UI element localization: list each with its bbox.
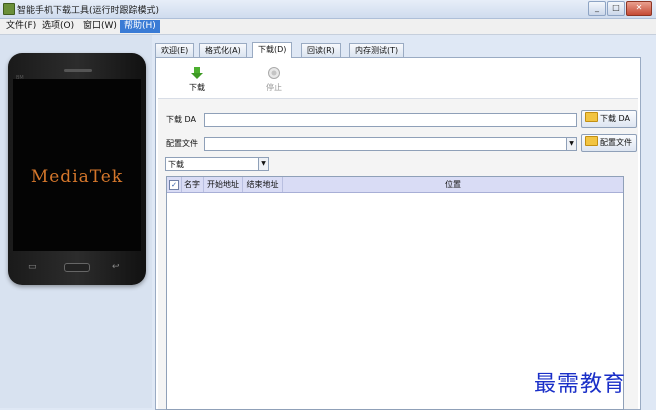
download-arrow-icon [191, 67, 203, 79]
menu-help[interactable]: 帮助(H) [120, 20, 160, 33]
tab-memory-test[interactable]: 内存测试(T) [349, 43, 405, 57]
chevron-down-icon[interactable]: ▼ [566, 138, 576, 150]
menu-key-icon: ▭ [28, 262, 37, 272]
watermark: 最需教育 [534, 372, 627, 397]
table-header: ✓ 名字 开始地址 结束地址 位置 [167, 177, 623, 193]
select-all-checkbox-cell[interactable]: ✓ [167, 177, 182, 192]
back-key-icon: ↩ [112, 262, 120, 272]
phone-keys: ▭ ↩ [8, 259, 146, 275]
menu-window[interactable]: 窗口(W) [79, 20, 121, 33]
window-controls: _ □ ✕ [588, 1, 652, 16]
config-file-button[interactable]: 配置文件 [581, 134, 637, 152]
brand-label: MediaTek [30, 167, 124, 187]
close-icon[interactable]: ✕ [626, 1, 652, 16]
phone-model-label: BM [16, 75, 24, 81]
menu-options[interactable]: 选项(O) [38, 20, 78, 33]
config-file-field[interactable]: ▼ [204, 137, 577, 151]
menu-bar: 文件(F) 选项(O) 窗口(W) 帮助(H) [0, 19, 656, 35]
maximize-icon[interactable]: □ [607, 1, 625, 16]
app-icon [3, 3, 15, 15]
download-button[interactable]: 下载 [177, 66, 217, 93]
folder-icon [585, 136, 598, 146]
config-file-label: 配置文件 [166, 139, 198, 148]
tab-format[interactable]: 格式化(A) [199, 43, 247, 57]
download-toolbar: 下载 停止 [155, 58, 639, 98]
window-title: 智能手机下载工具(运行时跟踪模式) [17, 6, 160, 16]
chevron-down-icon[interactable]: ▼ [258, 158, 268, 170]
col-name[interactable]: 名字 [181, 177, 204, 192]
col-end-address[interactable]: 结束地址 [243, 177, 283, 192]
download-da-label: 下载 DA [166, 115, 197, 124]
phone-speaker [64, 69, 92, 72]
tab-welcome[interactable]: 欢迎(E) [155, 43, 195, 57]
select-all-checkbox[interactable]: ✓ [169, 180, 179, 190]
mode-select[interactable]: 下载 ▼ [165, 157, 269, 171]
tab-download[interactable]: 下载(D) [252, 42, 293, 58]
home-key-icon [64, 263, 90, 272]
col-location[interactable]: 位置 [283, 177, 623, 192]
stop-icon [268, 67, 280, 79]
stop-button-label: 停止 [266, 83, 282, 92]
phone-image: BM MediaTek ▭ ↩ [8, 53, 146, 285]
folder-icon [585, 112, 598, 122]
mode-select-value: 下载 [168, 160, 184, 169]
col-start-address[interactable]: 开始地址 [204, 177, 243, 192]
title-bar: 智能手机下载工具(运行时跟踪模式) _ □ ✕ [0, 0, 656, 19]
download-da-field[interactable] [204, 113, 577, 127]
download-da-button[interactable]: 下载 DA [581, 110, 637, 128]
download-button-label: 下载 [189, 83, 205, 92]
phone-screen [13, 79, 141, 251]
menu-file[interactable]: 文件(F) [2, 20, 40, 33]
tab-readback[interactable]: 回读(R) [301, 43, 341, 57]
stop-button[interactable]: 停止 [254, 66, 294, 93]
minimize-icon[interactable]: _ [588, 1, 606, 16]
